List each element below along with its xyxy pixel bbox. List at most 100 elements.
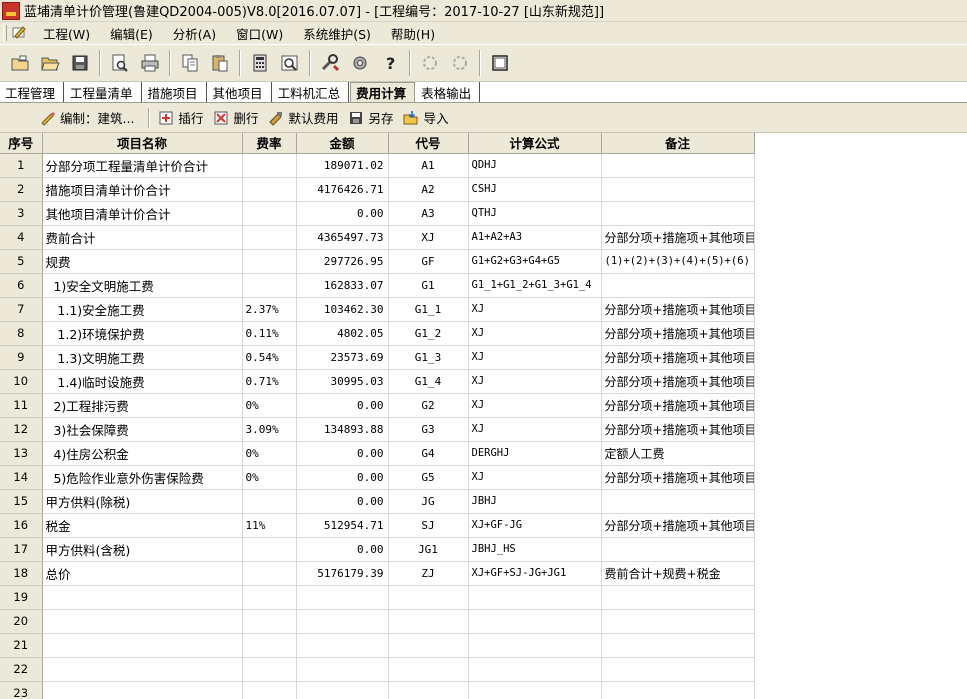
cell-note[interactable]: 分部分项+措施项+其他项目	[601, 393, 755, 418]
cell-code[interactable]	[388, 609, 469, 634]
cell-code[interactable]: A3	[388, 201, 469, 226]
cell-formula[interactable]: XJ	[468, 393, 602, 418]
cell-rate[interactable]: 3.09%	[242, 417, 297, 442]
cell-formula[interactable]: XJ	[468, 345, 602, 370]
window-button[interactable]	[486, 50, 513, 77]
cell-formula[interactable]	[468, 609, 602, 634]
cell-note[interactable]: 分部分项+措施项+其他项目	[601, 345, 755, 370]
cell-rate[interactable]: 0.71%	[242, 369, 297, 394]
save-button[interactable]	[66, 50, 93, 77]
cell-amount[interactable]	[296, 633, 389, 658]
table-row[interactable]: 14 5)危险作业意外伤害保险费 0% 0.00 G5 XJ 分部分项+措施项+其他项目	[0, 465, 755, 490]
cell-amount[interactable]: 103462.30	[296, 297, 389, 322]
insert-row-button[interactable]: 插行	[158, 108, 203, 127]
cell-note[interactable]: 分部分项+措施项+其他项目	[601, 297, 755, 322]
table-row[interactable]: 7 1.1)安全施工费 2.37% 103462.30 G1_1 XJ 分部分项+措施项+…	[0, 297, 755, 322]
cell-amount[interactable]: 162833.07	[296, 273, 389, 298]
cell-formula[interactable]	[468, 585, 602, 610]
cell-amount[interactable]	[296, 609, 389, 634]
table-row[interactable]: 10 1.4)临时设施费 0.71% 30995.03 G1_4 XJ 分部分项+措施项+…	[0, 369, 755, 394]
cell-amount[interactable]: 4176426.71	[296, 177, 389, 202]
table-row[interactable]: 5 规费 297726.95 GF G1+G2+G3+G4+G5 (1)+(2)+(3)+…	[0, 249, 755, 274]
menu-system[interactable]: 系统维护(S)	[293, 24, 381, 43]
cell-name[interactable]: 总价	[42, 561, 243, 586]
cell-note[interactable]: 分部分项+措施项+其他项目	[601, 369, 755, 394]
cell-rate[interactable]: 0.11%	[242, 321, 297, 346]
cell-name[interactable]: 4)住房公积金	[42, 441, 243, 466]
cell-code[interactable]: G4	[388, 441, 469, 466]
cell-note[interactable]	[601, 585, 755, 610]
cell-rate[interactable]	[242, 609, 297, 634]
cell-rate[interactable]: 0%	[242, 441, 297, 466]
cell-rate[interactable]	[242, 177, 297, 202]
print-button[interactable]	[136, 50, 163, 77]
menu-analysis[interactable]: 分析(A)	[163, 24, 226, 43]
cell-rate[interactable]	[242, 633, 297, 658]
cell-rate[interactable]: 0%	[242, 393, 297, 418]
cell-note[interactable]	[601, 201, 755, 226]
cell-formula[interactable]: JBHJ	[468, 489, 602, 514]
cell-formula[interactable]: JBHJ_HS	[468, 537, 602, 562]
cell-name[interactable]: 1.4)临时设施费	[42, 369, 243, 394]
cell-formula[interactable]: A1+A2+A3	[468, 225, 602, 250]
cell-note[interactable]	[601, 681, 755, 699]
refresh-button[interactable]	[416, 50, 443, 77]
tab-bill-of-quantities[interactable]: 工程量清单	[65, 82, 142, 102]
column-header-note[interactable]: 备注	[601, 133, 755, 154]
cell-amount[interactable]: 0.00	[296, 537, 389, 562]
cell-code[interactable]	[388, 681, 469, 699]
column-header-amount[interactable]: 金额	[296, 133, 389, 154]
cell-code[interactable]: GF	[388, 249, 469, 274]
cell-amount[interactable]: 0.00	[296, 201, 389, 226]
cell-amount[interactable]: 189071.02	[296, 153, 389, 178]
open-project-button[interactable]	[36, 50, 63, 77]
new-project-button[interactable]	[6, 50, 33, 77]
table-row[interactable]: 15 甲方供料(除税) 0.00 JG JBHJ	[0, 489, 755, 514]
cell-amount[interactable]: 512954.71	[296, 513, 389, 538]
view-button[interactable]	[276, 50, 303, 77]
table-row[interactable]: 6 1)安全文明施工费 162833.07 G1 G1_1+G1_2+G1_3+G1_…	[0, 273, 755, 298]
cell-formula[interactable]: XJ	[468, 369, 602, 394]
cell-formula[interactable]: XJ	[468, 321, 602, 346]
table-row[interactable]: 19	[0, 585, 755, 610]
import-button[interactable]: 导入	[403, 108, 449, 127]
cell-formula[interactable]: XJ	[468, 465, 602, 490]
cell-code[interactable]: G1_1	[388, 297, 469, 322]
cell-amount[interactable]	[296, 585, 389, 610]
cell-amount[interactable]: 297726.95	[296, 249, 389, 274]
cell-rate[interactable]: 2.37%	[242, 297, 297, 322]
save-as-button[interactable]: 另存	[348, 108, 393, 127]
cell-note[interactable]: 费前合计+规费+税金	[601, 561, 755, 586]
cell-name[interactable]: 费前合计	[42, 225, 243, 250]
cell-name[interactable]: 措施项目清单计价合计	[42, 177, 243, 202]
cell-rate[interactable]	[242, 273, 297, 298]
cell-formula[interactable]: XJ+GF+SJ-JG+JG1	[468, 561, 602, 586]
table-row[interactable]: 4 费前合计 4365497.73 XJ A1+A2+A3 分部分项+措施项+其他项目	[0, 225, 755, 250]
cell-amount[interactable]: 4365497.73	[296, 225, 389, 250]
cell-amount[interactable]: 0.00	[296, 393, 389, 418]
cell-amount[interactable]: 4802.05	[296, 321, 389, 346]
cell-amount[interactable]: 134893.88	[296, 417, 389, 442]
cell-formula[interactable]	[468, 633, 602, 658]
cell-rate[interactable]	[242, 681, 297, 699]
cell-code[interactable]	[388, 585, 469, 610]
cell-rate[interactable]	[242, 153, 297, 178]
cell-note[interactable]	[601, 537, 755, 562]
tab-other-items[interactable]: 其他项目	[208, 82, 272, 102]
cell-note[interactable]: 分部分项+措施项+其他项目	[601, 321, 755, 346]
edit-scheme-button[interactable]: 编制：建筑...	[40, 108, 134, 127]
cell-rate[interactable]: 11%	[242, 513, 297, 538]
cell-name[interactable]: 2)工程排污费	[42, 393, 243, 418]
cell-formula[interactable]	[468, 681, 602, 699]
cell-note[interactable]	[601, 657, 755, 682]
column-header-name[interactable]: 项目名称	[42, 133, 243, 154]
cell-code[interactable]: G5	[388, 465, 469, 490]
cell-name[interactable]: 1.2)环境保护费	[42, 321, 243, 346]
cell-name[interactable]: 其他项目清单计价合计	[42, 201, 243, 226]
cell-code[interactable]: G1	[388, 273, 469, 298]
cell-formula[interactable]: QDHJ	[468, 153, 602, 178]
column-header-formula[interactable]: 计算公式	[468, 133, 602, 154]
table-row[interactable]: 8 1.2)环境保护费 0.11% 4802.05 G1_2 XJ 分部分项+措施项+其他…	[0, 321, 755, 346]
menu-project[interactable]: 工程(W)	[33, 24, 100, 43]
cell-code[interactable]: G1_2	[388, 321, 469, 346]
